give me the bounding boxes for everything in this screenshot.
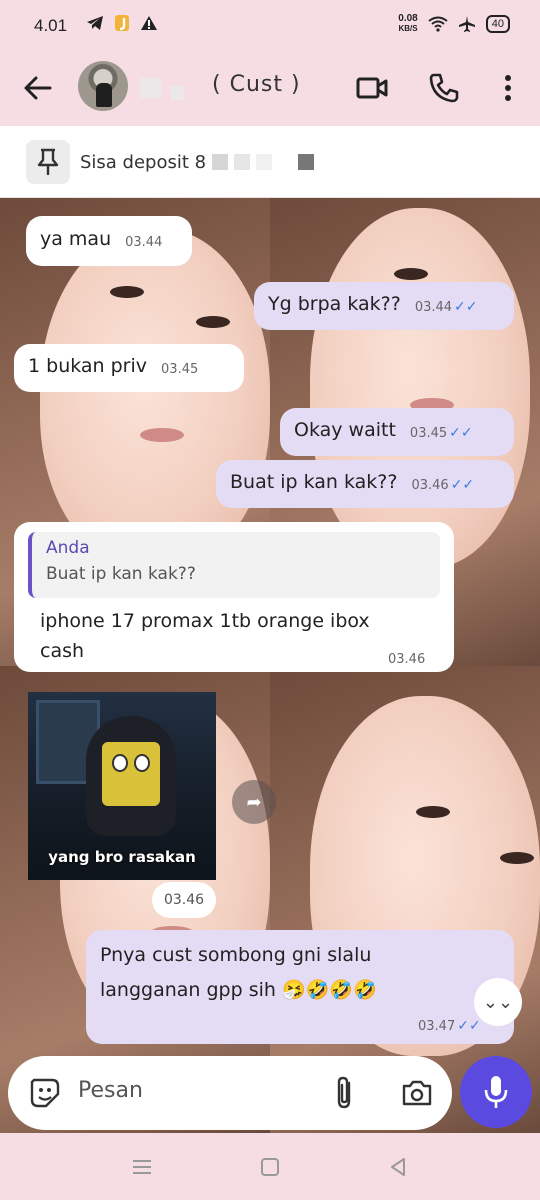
video-call-icon[interactable]: [354, 70, 390, 106]
menu-nav-icon[interactable]: [128, 1153, 156, 1181]
read-ticks-icon: ✓✓: [454, 299, 478, 315]
alert-icon: [141, 16, 157, 30]
camera-icon[interactable]: [400, 1076, 434, 1110]
mic-icon: [484, 1076, 508, 1108]
sticker-time: 03.46: [152, 882, 216, 918]
read-ticks-icon: ✓✓: [449, 425, 473, 441]
chat-header: ( Cust ): [0, 52, 540, 126]
contact-name[interactable]: ( Cust ): [212, 72, 301, 97]
scroll-down-icon[interactable]: ⌄⌄: [474, 978, 522, 1026]
message-input[interactable]: Pesan: [78, 1078, 143, 1103]
j-app-icon: [115, 15, 129, 31]
forward-icon[interactable]: ➦: [232, 780, 276, 824]
attachment-icon[interactable]: [330, 1074, 358, 1112]
net-speed: 0.08 KB/S: [398, 13, 418, 34]
status-time: 4.01: [34, 16, 68, 35]
telegram-icon: [87, 16, 103, 30]
sticker-icon[interactable]: [28, 1076, 62, 1110]
more-vertical-icon[interactable]: [490, 70, 526, 106]
message-incoming-reply[interactable]: Anda Buat ip kan kak?? iphone 17 promax …: [14, 522, 454, 672]
pinned-message[interactable]: Sisa deposit 8: [0, 126, 540, 198]
message-outgoing[interactable]: Buat ip kan kak?? 03.46 ✓✓: [216, 460, 514, 508]
status-bar: 4.01 0.08 KB/S 40: [0, 0, 540, 52]
pin-icon: [37, 148, 59, 175]
reply-author: Anda: [46, 538, 90, 558]
redacted-name-block: [140, 78, 162, 98]
mic-button[interactable]: [460, 1056, 532, 1128]
back-nav-icon[interactable]: [384, 1153, 412, 1181]
wifi-icon: [428, 16, 448, 32]
sticker-image[interactable]: yang bro rasakan: [28, 692, 216, 880]
system-nav-bar: [0, 1133, 540, 1200]
message-outgoing[interactable]: Okay waitt 03.45 ✓✓: [280, 408, 514, 456]
reply-text: Buat ip kan kak??: [46, 564, 196, 584]
phone-icon[interactable]: [426, 70, 462, 106]
battery-icon: 40: [485, 15, 510, 33]
message-incoming[interactable]: ya mau 03.44: [26, 216, 192, 266]
read-ticks-icon: ✓✓: [450, 477, 475, 493]
back-arrow-icon[interactable]: [20, 70, 56, 106]
avatar[interactable]: [78, 61, 128, 111]
message-outgoing[interactable]: Pnya cust sombong gni slalu langganan gp…: [86, 930, 514, 1044]
airplane-icon: [458, 16, 475, 32]
read-ticks-icon: ✓✓: [457, 1018, 481, 1034]
pinned-text: Sisa deposit 8: [80, 152, 207, 173]
home-nav-icon[interactable]: [256, 1153, 284, 1181]
message-incoming[interactable]: 1 bukan priv 03.45: [14, 344, 244, 392]
message-input-bar[interactable]: Pesan: [8, 1056, 452, 1130]
reply-quote[interactable]: Anda Buat ip kan kak??: [28, 532, 440, 598]
sticker-caption: yang bro rasakan: [48, 848, 196, 866]
message-outgoing[interactable]: Yg brpa kak?? 03.44 ✓✓: [254, 282, 514, 330]
